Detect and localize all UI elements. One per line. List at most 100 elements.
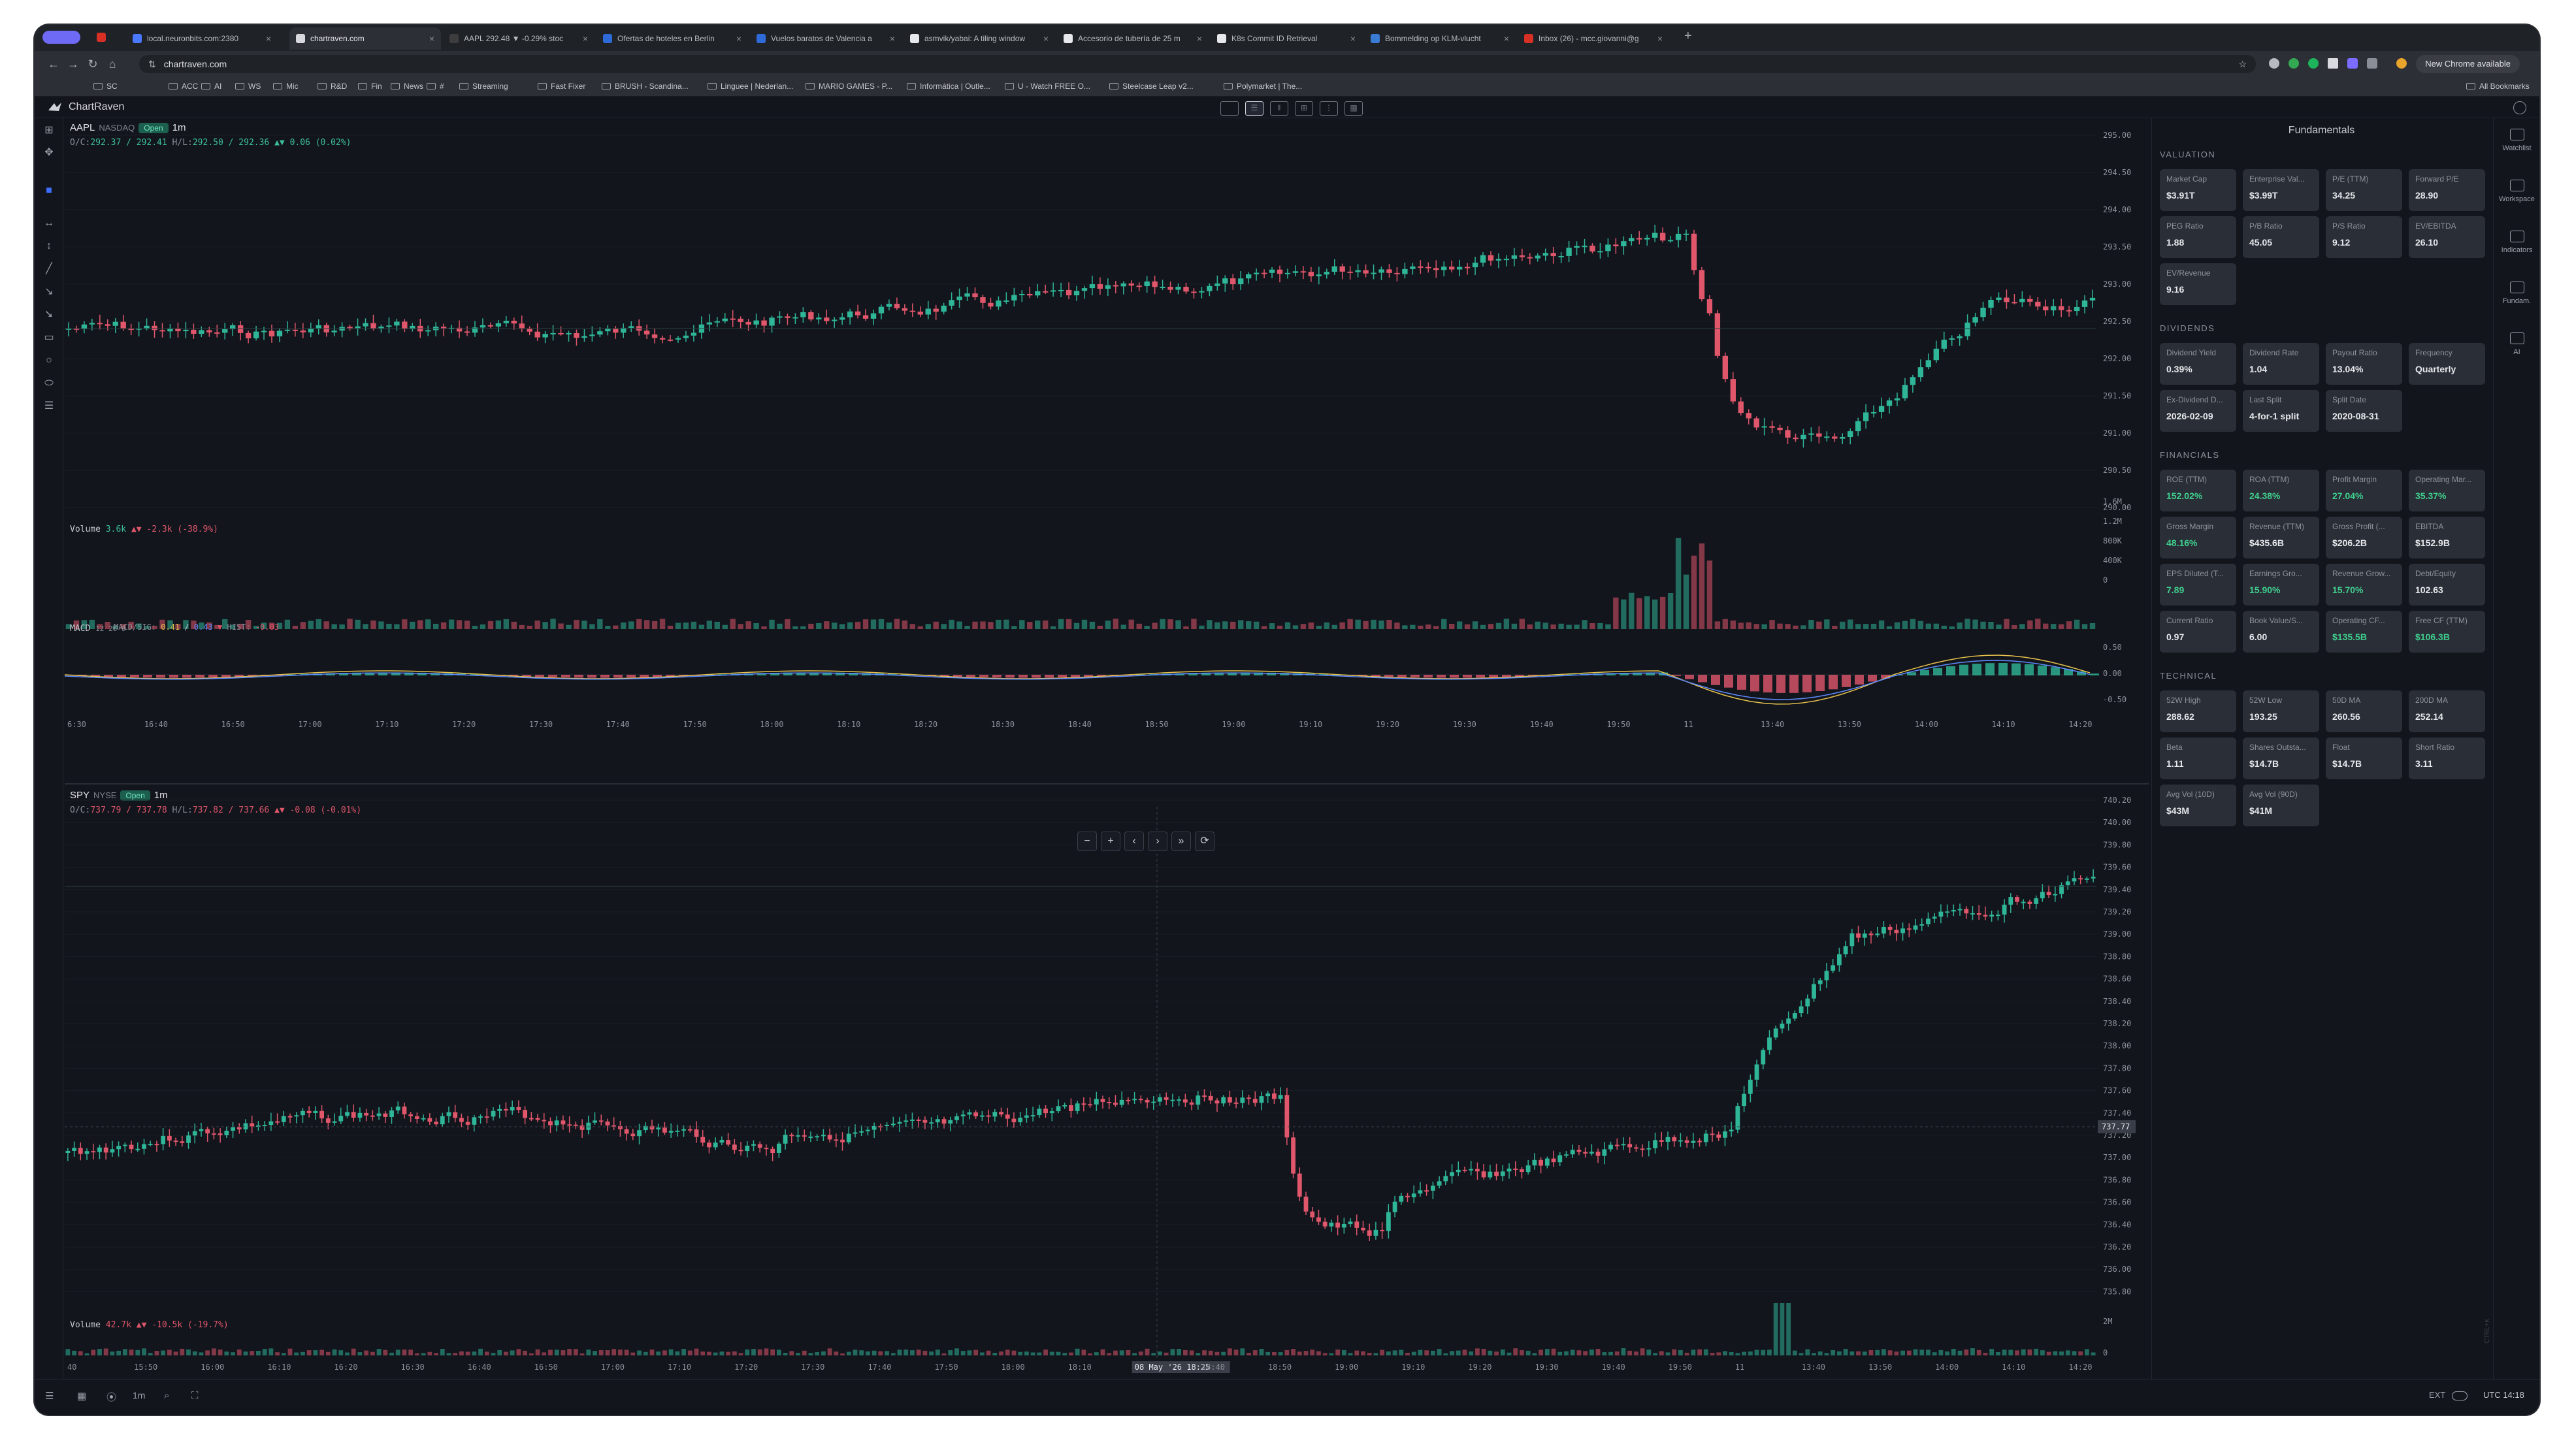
bookmark-item[interactable]: Mic [273, 82, 299, 91]
close-icon[interactable]: × [736, 33, 741, 44]
bookmark-item[interactable]: Streaming [459, 82, 508, 91]
close-icon[interactable]: × [1197, 33, 1202, 44]
bookmark-item[interactable]: News [391, 82, 423, 91]
bookmark-star-icon[interactable]: ☆ [2238, 59, 2247, 70]
extension-icon[interactable] [2308, 58, 2319, 69]
ray-icon[interactable]: ↘ [42, 285, 56, 299]
browser-tab[interactable]: Ofertas de hoteles en Berlin × [596, 27, 748, 50]
sidebar-item-watchlist[interactable]: Watchlist [2494, 129, 2539, 152]
sidebar-item-fundam[interactable]: Fundam. [2494, 282, 2539, 305]
layout-single-icon[interactable] [1220, 101, 1239, 116]
bookmark-item[interactable]: R&D [318, 82, 347, 91]
layout-grid6-icon[interactable]: ⋮ [1320, 101, 1338, 116]
brand[interactable]: ChartRaven [48, 101, 124, 113]
all-bookmarks[interactable]: All Bookmarks [2466, 82, 2530, 91]
move-icon[interactable]: ✥ [42, 146, 56, 160]
calendar-icon[interactable]: ▦ [77, 1390, 86, 1402]
extension-icon[interactable] [2347, 58, 2358, 69]
close-icon[interactable]: × [1657, 33, 1663, 44]
close-icon[interactable]: × [583, 33, 588, 44]
browser-tab[interactable]: Bommelding op KLM-vlucht × [1364, 27, 1516, 50]
zoom-out-icon[interactable]: − [1077, 832, 1097, 851]
bookmark-item[interactable]: BRUSH - Scandina... [602, 82, 689, 91]
reload-icon[interactable]: ↻ [86, 57, 100, 71]
pinned-tab-icon[interactable] [97, 33, 106, 42]
close-icon[interactable]: × [890, 33, 895, 44]
scroll-left-icon[interactable]: ‹ [1124, 832, 1144, 851]
horizontal-line-icon[interactable]: ↔ [42, 216, 56, 231]
trend-line-icon[interactable]: ╱ [42, 262, 56, 276]
close-icon[interactable]: × [1350, 33, 1356, 44]
close-icon[interactable]: × [1504, 33, 1509, 44]
ext-toggle[interactable] [2452, 1391, 2468, 1400]
layout-grid9-icon[interactable]: ▦ [1344, 101, 1363, 116]
rectangle-icon[interactable]: ▭ [42, 331, 56, 345]
sidebar-item-workspace[interactable]: Workspace [2494, 180, 2539, 203]
extension-icon[interactable] [2289, 58, 2299, 69]
bookmark-item[interactable]: SC [93, 82, 118, 91]
interval-select[interactable]: 1m [133, 1390, 145, 1400]
bookmark-item[interactable]: AI [201, 82, 221, 91]
url-field[interactable]: ⇅ chartraven.com ☆ [139, 55, 2256, 73]
vertical-line-icon[interactable]: ↕ [42, 239, 56, 253]
panel-divider[interactable] [65, 783, 2149, 785]
grid-icon[interactable]: ⊞ [42, 123, 56, 138]
bookmark-item[interactable]: Steelcase Leap v2... [1109, 82, 1194, 91]
avatar[interactable] [2396, 58, 2407, 69]
bookmark-item[interactable]: ACC [169, 82, 198, 91]
user-icon[interactable] [2513, 101, 2526, 114]
bookmark-item[interactable]: Polymarket | The... [1224, 82, 1302, 91]
layout-columns-icon[interactable]: ‖ [1270, 101, 1288, 116]
browser-tab[interactable]: Accesorio de tubería de 25 m × [1057, 27, 1209, 50]
arrow-icon[interactable]: ➘ [42, 308, 56, 322]
extensions-puzzle-icon[interactable] [2367, 58, 2377, 69]
browser-tab[interactable]: asmvik/yabai: A tiling window × [904, 27, 1055, 50]
bookmark-item[interactable]: Linguee | Nederlan... [708, 82, 793, 91]
menu-icon[interactable]: ☰ [45, 1390, 54, 1402]
back-icon[interactable]: ← [46, 57, 61, 71]
search-icon[interactable]: ⌕ [164, 1390, 169, 1401]
forward-icon[interactable]: → [66, 57, 80, 71]
extension-icon[interactable] [2328, 58, 2338, 69]
scroll-right-icon[interactable]: › [1148, 832, 1167, 851]
ellipse-icon[interactable]: ⬭ [42, 376, 56, 391]
bookmark-item[interactable]: # [427, 82, 444, 91]
spy-chart-panel[interactable]: SPY NYSE Open 1m O/C:737.79 / 737.78 H/L… [65, 787, 2149, 1378]
browser-tab[interactable]: AAPL 292.48 ▼ -0.29% stoc × [443, 27, 595, 50]
new-tab-button[interactable]: + [1684, 29, 1692, 44]
circle-icon[interactable]: ○ [42, 353, 56, 368]
layout-rows-icon[interactable]: ☰ [1245, 101, 1263, 116]
close-icon[interactable]: × [1043, 33, 1049, 44]
bookmark-item[interactable]: Fin [358, 82, 382, 91]
bookmark-item[interactable]: WS [235, 82, 261, 91]
profile-pill[interactable] [42, 31, 80, 44]
browser-tab[interactable]: Vuelos baratos de Valencia a × [750, 27, 902, 50]
jump-latest-icon[interactable]: » [1171, 832, 1191, 851]
spy-chart[interactable]: 740.20740.00739.80739.60739.40739.20739.… [65, 787, 2149, 1378]
fib-icon[interactable]: ☰ [42, 399, 56, 413]
close-icon[interactable]: × [429, 33, 434, 44]
extension-icon[interactable] [2269, 58, 2279, 69]
aapl-chart-panel[interactable]: AAPL NASDAQ Open 1m O/C:292.37 / 292.41 … [65, 120, 2149, 740]
bookmark-item[interactable]: MARIO GAMES - P... [806, 82, 892, 91]
bookmark-item[interactable]: U - Watch FREE O... [1005, 82, 1090, 91]
chrome-update-button[interactable]: New Chrome available [2416, 55, 2520, 73]
indicator-icon[interactable]: ⦿ [106, 1390, 116, 1404]
aapl-chart[interactable]: 295.00294.50294.00293.50293.00292.50292.… [65, 120, 2149, 740]
browser-tab[interactable]: K8s Commit ID Retrieval × [1211, 27, 1362, 50]
home-icon[interactable]: ⌂ [105, 57, 120, 71]
close-icon[interactable]: × [266, 33, 271, 44]
bookmark-item[interactable]: Fast Fixer [538, 82, 585, 91]
site-info-icon[interactable]: ⇅ [148, 59, 156, 70]
layout-grid-icon[interactable]: ⊞ [1295, 101, 1313, 116]
fullscreen-icon[interactable]: ⛶ [191, 1390, 199, 1401]
sidebar-item-indicators[interactable]: Indicators [2494, 231, 2539, 254]
bookmark-item[interactable]: Informática | Outle... [907, 82, 990, 91]
cursor-icon[interactable]: ■ [42, 184, 56, 198]
browser-tab[interactable]: local.neuronbits.com:2380 × [126, 27, 278, 50]
browser-tab[interactable]: chartraven.com × [289, 27, 441, 50]
sidebar-item-ai[interactable]: AI [2494, 332, 2539, 356]
browser-tab[interactable]: Inbox (26) - mcc.giovanni@g × [1518, 27, 1669, 50]
reset-icon[interactable]: ⟳ [1195, 832, 1214, 851]
zoom-in-icon[interactable]: + [1101, 832, 1120, 851]
